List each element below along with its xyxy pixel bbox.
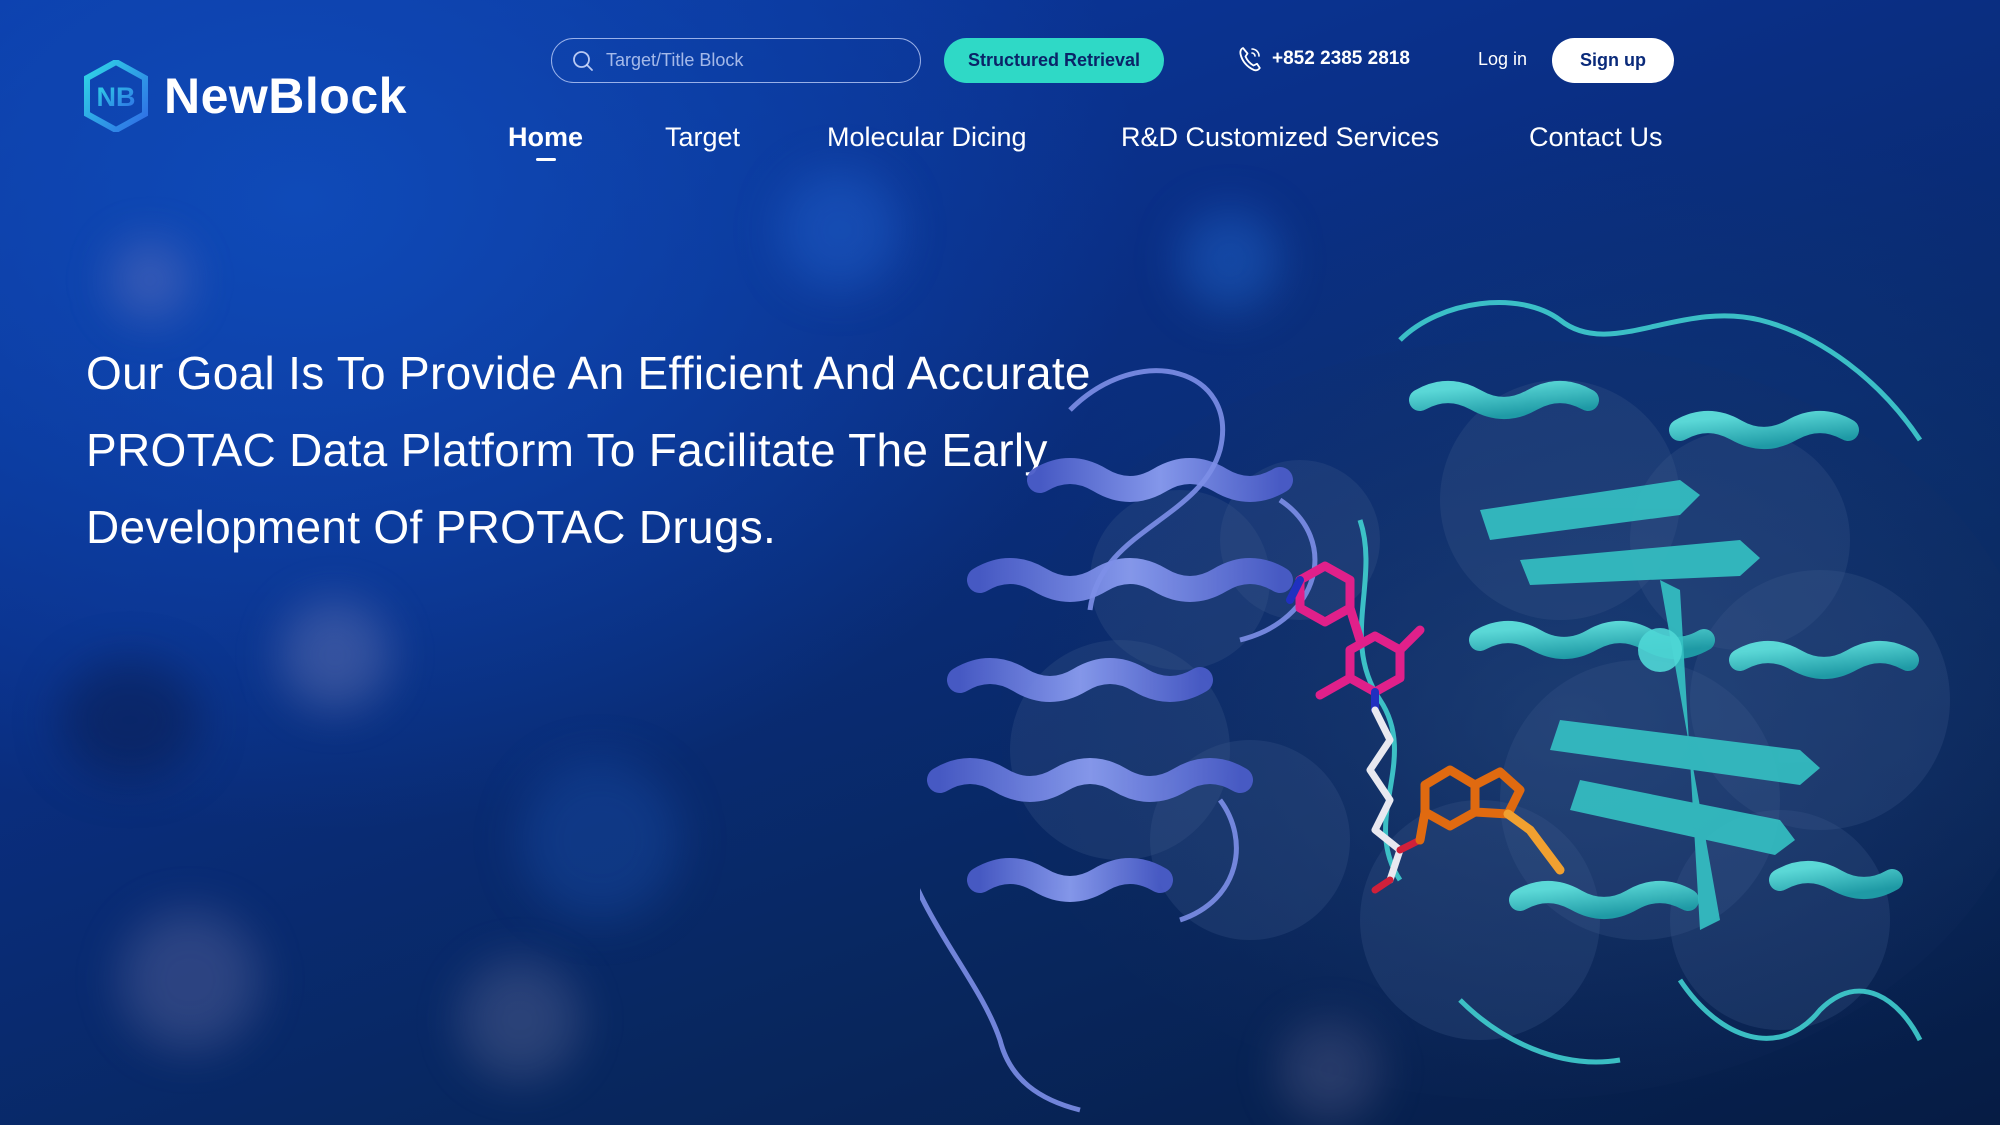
hero-page: NB NewBlock Structured Retrieval +852 23… — [0, 0, 2000, 1125]
hero-line: Development Of PROTAC Drugs. — [86, 501, 777, 553]
login-link[interactable]: Log in — [1478, 49, 1527, 70]
svg-text:NB: NB — [97, 82, 136, 112]
signup-button[interactable]: Sign up — [1552, 38, 1674, 83]
phone-icon — [1239, 47, 1261, 72]
bokeh-decoration — [520, 760, 680, 920]
search-icon — [573, 50, 593, 71]
brand-logo[interactable]: NB NewBlock — [84, 60, 407, 132]
brand-name: NewBlock — [164, 68, 407, 124]
protein-structure-illustration — [920, 300, 2000, 1113]
search-box[interactable] — [551, 38, 921, 83]
bokeh-decoration — [460, 960, 580, 1080]
bokeh-decoration — [110, 240, 190, 320]
search-input[interactable] — [604, 49, 898, 72]
bokeh-decoration — [120, 910, 260, 1050]
hexagon-logo-icon: NB — [84, 60, 148, 132]
bokeh-decoration — [280, 600, 390, 710]
bokeh-decoration — [60, 660, 200, 780]
hero-line: PROTAC Data Platform To Facilitate The E… — [86, 424, 1048, 476]
nav-item-molecular-dicing[interactable]: Molecular Dicing — [827, 122, 1027, 153]
nav-item-contact-us[interactable]: Contact Us — [1529, 122, 1663, 153]
structured-retrieval-button[interactable]: Structured Retrieval — [944, 38, 1164, 83]
nav-item-target[interactable]: Target — [665, 122, 740, 153]
phone-contact[interactable]: +852 2385 2818 — [1238, 46, 1410, 72]
nav-item-rd-services[interactable]: R&D Customized Services — [1121, 122, 1439, 153]
nav-item-home[interactable]: Home — [508, 122, 583, 153]
nav-active-indicator — [536, 158, 556, 161]
phone-number: +852 2385 2818 — [1272, 48, 1410, 69]
bokeh-decoration — [780, 170, 900, 290]
